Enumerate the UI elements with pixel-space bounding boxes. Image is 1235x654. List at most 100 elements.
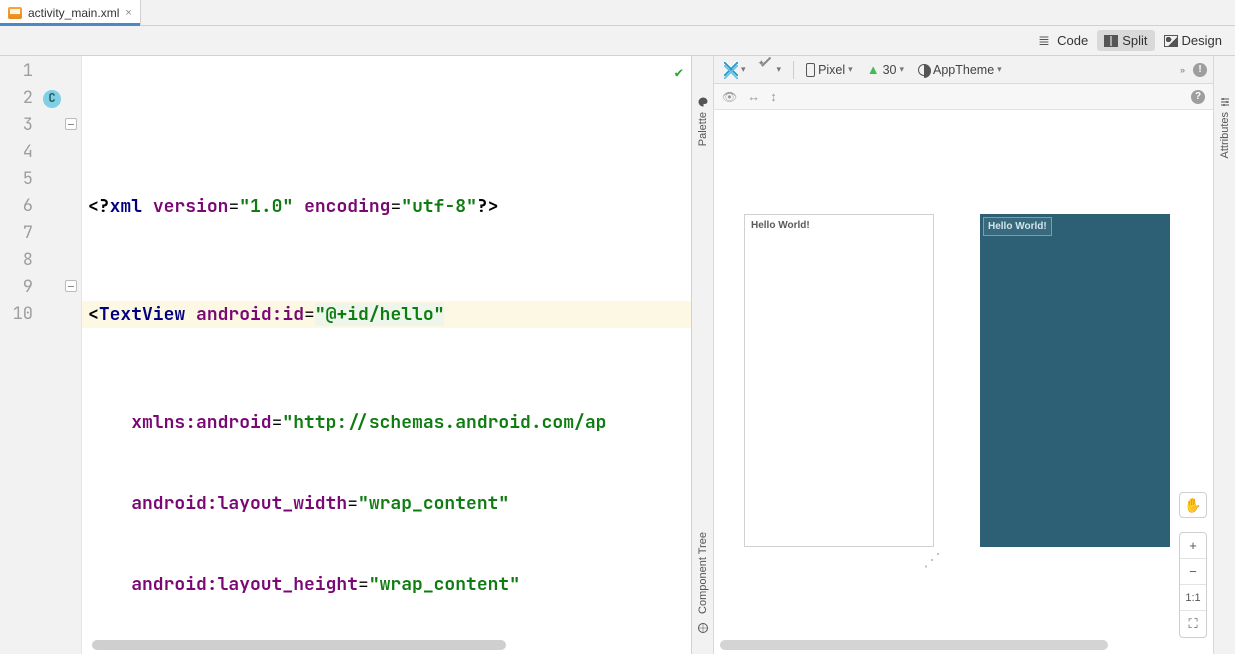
gutter-marker-icon[interactable]: C	[43, 90, 61, 108]
file-tab-bar: activity_main.xml ×	[0, 0, 1235, 26]
attributes-tool-button[interactable]: Attributes	[1219, 96, 1231, 158]
component-tree-label: Component Tree	[697, 532, 709, 614]
phone-icon	[806, 63, 815, 77]
chevron-down-icon: ▾	[899, 64, 904, 75]
close-tab-icon[interactable]: ×	[125, 7, 131, 19]
editor-gutter: 1 2 C 3 4 5 6 7 8 9 10	[0, 56, 82, 654]
file-tab-activity-main[interactable]: activity_main.xml ×	[0, 0, 141, 25]
palette-tool-button[interactable]: Palette	[697, 96, 709, 146]
file-tab-label: activity_main.xml	[28, 6, 119, 20]
chevron-down-icon: ▾	[777, 64, 782, 75]
zoom-fit-button[interactable]: ⛶	[1180, 611, 1206, 637]
scrollbar-thumb[interactable]	[720, 640, 1108, 650]
line-number: 9	[23, 274, 33, 301]
editor-horizontal-scrollbar[interactable]	[92, 640, 683, 650]
design-panel: Palette Component Tree ▾ ▾ Pixel▾ ▲30▾ A…	[692, 56, 1235, 654]
view-mode-design[interactable]: Design	[1157, 30, 1229, 51]
view-mode-design-label: Design	[1182, 33, 1222, 48]
line-number: 6	[23, 193, 33, 220]
android-icon: ▲	[867, 63, 880, 77]
code-token: "utf-8"	[401, 195, 477, 218]
code-token: version	[153, 195, 229, 218]
device-picker[interactable]: Pixel▾	[802, 61, 857, 79]
zoom-out-button[interactable]: −	[1180, 559, 1206, 585]
view-mode-split-label: Split	[1122, 33, 1147, 48]
code-token: ?>	[477, 195, 499, 218]
tree-icon	[697, 622, 709, 634]
toolbar-overflow-button[interactable]: »	[1180, 65, 1185, 75]
line-number: 3	[23, 112, 33, 139]
code-text-area[interactable]: ✔ <?xml version="1.0" encoding="utf-8"?>…	[82, 56, 691, 654]
preview-surface-blueprint[interactable]: Hello World!	[980, 214, 1170, 547]
code-token: xmlns:android	[131, 411, 271, 434]
code-token: xml	[110, 195, 142, 218]
inspection-ok-icon[interactable]: ✔	[675, 60, 683, 87]
design-subtoolbar: ?	[714, 84, 1213, 110]
pan-tool-button[interactable]: ✋	[1179, 492, 1207, 518]
api-picker[interactable]: ▲30▾	[863, 61, 908, 79]
zoom-in-button[interactable]: +	[1180, 533, 1206, 559]
code-view-icon	[1039, 35, 1053, 47]
code-token: "1.0"	[239, 195, 293, 218]
chevron-down-icon: ▾	[997, 64, 1002, 75]
sliders-icon	[1219, 96, 1231, 108]
line-number: 1	[23, 58, 33, 85]
code-token: encoding	[304, 195, 390, 218]
code-token: android:id	[196, 303, 304, 326]
width-mode-button[interactable]	[747, 89, 760, 104]
scrollbar-thumb[interactable]	[92, 640, 506, 650]
design-canvas[interactable]: Hello World! Hello World! ⋰ ✋ + − 1:1 ⛶	[714, 110, 1213, 654]
layers-icon	[724, 62, 738, 76]
code-token: <?	[88, 195, 110, 218]
design-horizontal-scrollbar[interactable]	[720, 640, 1171, 650]
zoom-panel: + − 1:1 ⛶	[1179, 532, 1207, 638]
warnings-button[interactable]: !	[1193, 63, 1207, 77]
component-tree-tool-button[interactable]: Component Tree	[697, 532, 709, 634]
code-token: "@+id/hello"	[315, 303, 445, 326]
code-token: <	[88, 303, 99, 326]
code-editor[interactable]: 1 2 C 3 4 5 6 7 8 9 10 ✔ <?xml version="…	[0, 56, 692, 654]
code-token: "http://schemas.android.com/ap	[282, 411, 606, 434]
code-token: "wrap_content"	[358, 492, 509, 515]
line-number: 5	[23, 166, 33, 193]
view-mode-code-label: Code	[1057, 33, 1088, 48]
code-token: "wrap_content"	[369, 573, 520, 596]
api-label: 30	[883, 63, 897, 77]
help-button[interactable]: ?	[1191, 90, 1205, 104]
theme-icon	[918, 64, 930, 76]
palette-icon	[697, 96, 709, 108]
theme-label: AppTheme	[933, 63, 994, 77]
attributes-label: Attributes	[1219, 112, 1231, 158]
preview-text-blueprint[interactable]: Hello World!	[983, 217, 1052, 236]
fold-icon[interactable]	[65, 118, 77, 130]
resize-grip-icon[interactable]: ⋰	[923, 550, 941, 568]
left-tool-strip: Palette Component Tree	[692, 56, 714, 654]
design-toolbar: ▾ ▾ Pixel▾ ▲30▾ AppTheme▾ » !	[714, 56, 1213, 84]
view-mode-bar: Code Split Design	[0, 26, 1235, 56]
wand-icon	[760, 63, 774, 77]
code-token: android:layout_width	[131, 492, 347, 515]
split-view-icon	[1104, 35, 1118, 47]
zoom-reset-button[interactable]: 1:1	[1180, 585, 1206, 611]
view-options-button[interactable]	[722, 89, 737, 104]
view-mode-code[interactable]: Code	[1032, 30, 1095, 51]
theme-picker[interactable]: AppTheme▾	[914, 61, 1006, 79]
right-tool-strip: Attributes	[1213, 56, 1235, 654]
device-label: Pixel	[818, 63, 845, 77]
orientation-button[interactable]: ▾	[756, 61, 786, 79]
preview-text-light[interactable]: Hello World!	[745, 215, 933, 236]
line-number: 8	[23, 247, 33, 274]
surface-select-button[interactable]: ▾	[720, 61, 750, 79]
preview-surface-light[interactable]: Hello World!	[744, 214, 934, 547]
code-token: TextView	[99, 303, 185, 326]
line-number: 4	[23, 139, 33, 166]
line-number: 2	[23, 85, 33, 112]
xml-file-icon	[8, 7, 22, 19]
line-number: 7	[23, 220, 33, 247]
fold-icon[interactable]	[65, 280, 77, 292]
view-mode-split[interactable]: Split	[1097, 30, 1154, 51]
chevron-down-icon: ▾	[848, 64, 853, 75]
height-mode-button[interactable]	[770, 89, 777, 104]
preview-area: ▾ ▾ Pixel▾ ▲30▾ AppTheme▾ » ! ?	[714, 56, 1213, 654]
chevron-down-icon: ▾	[741, 64, 746, 75]
